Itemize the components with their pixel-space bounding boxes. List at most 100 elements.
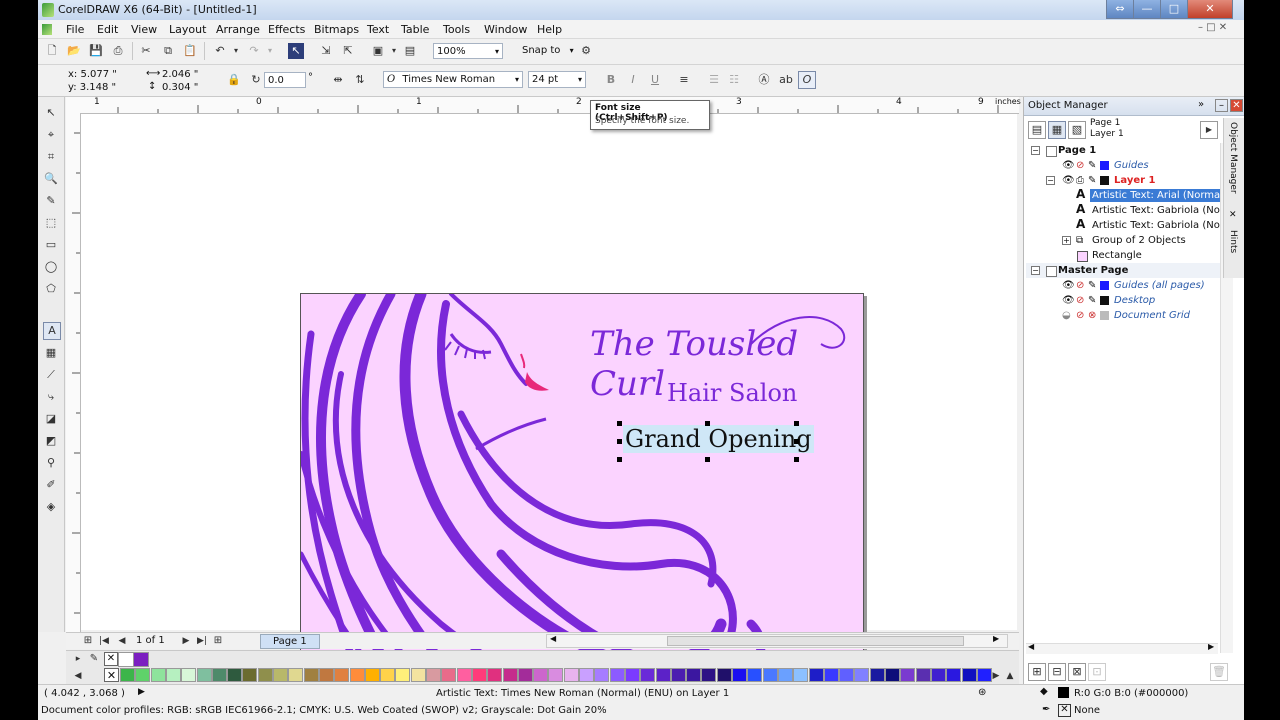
palette-swatch[interactable] (364, 668, 380, 682)
text-properties-icon[interactable]: Ⓐ (756, 72, 772, 88)
tree-row-artistic-text-gabriola[interactable]: A Artistic Text: Gabriola (Norm (1026, 217, 1234, 233)
edit-pencil-icon[interactable]: ✎ (1088, 293, 1096, 308)
rectangle-tool-icon[interactable]: ▭ (43, 237, 59, 253)
welcome-screen-icon[interactable]: ▤ (402, 43, 418, 59)
layer-color-swatch[interactable] (1100, 296, 1109, 305)
palette-swatch[interactable] (242, 668, 258, 682)
palette-swatch[interactable] (318, 668, 334, 682)
zoom-tool-icon[interactable]: 🔍 (43, 171, 59, 187)
save-icon[interactable]: 💾 (88, 43, 104, 59)
object-manager-options-icon[interactable]: ▶ (1200, 121, 1218, 139)
palette-swatch[interactable] (961, 668, 977, 682)
outline-none-icon[interactable]: ✕ (1058, 704, 1071, 717)
expand-palette-icon[interactable]: ▲ (1002, 668, 1018, 684)
palette-swatch[interactable] (487, 668, 503, 682)
palette-swatch[interactable] (548, 668, 564, 682)
palette-swatch[interactable] (517, 668, 533, 682)
print-disabled-icon[interactable]: ⊘ (1076, 278, 1084, 293)
layer-manager-view-icon[interactable]: ▧ (1068, 121, 1086, 139)
palette-swatch[interactable] (915, 668, 931, 682)
menu-bitmaps[interactable]: Bitmaps (314, 23, 359, 36)
selection-handle[interactable] (617, 421, 622, 426)
edit-text-icon[interactable]: ab (778, 72, 794, 88)
print-icon[interactable]: ⎙ (1076, 173, 1084, 188)
next-page-icon[interactable]: ▶ (178, 633, 194, 649)
y-position-field[interactable]: y: 3.148 " (68, 82, 116, 93)
scroll-palette-left-icon[interactable]: ◀ (70, 668, 86, 684)
add-page-after-icon[interactable]: ⊞ (210, 633, 226, 649)
tab-page-1[interactable]: Page 1 (260, 634, 320, 649)
eyedropper-tool-icon[interactable]: ⚲ (43, 455, 59, 471)
selection-handle[interactable] (794, 457, 799, 462)
palette-swatch[interactable] (732, 668, 747, 682)
visibility-eye-icon[interactable]: 👁 (1062, 158, 1075, 173)
text-tool-icon[interactable]: A (43, 322, 61, 340)
scroll-thumb[interactable] (667, 636, 964, 646)
object-tree-hscroll[interactable]: ◀ ▶ (1026, 642, 1218, 654)
palette-swatch[interactable] (257, 668, 273, 682)
palette-swatch[interactable] (441, 668, 457, 682)
options-icon[interactable]: ⚙ (578, 43, 594, 59)
maximize-button[interactable]: □ (1160, 0, 1188, 19)
connector-tool-icon[interactable]: ⤷ (43, 389, 59, 405)
layer-color-swatch[interactable] (1100, 281, 1109, 290)
print-icon[interactable]: ⎙ (110, 43, 126, 59)
visibility-eye-icon[interactable]: 👁 (1062, 293, 1075, 308)
horizontal-ruler[interactable]: 1 0 1 2 3 4 9 inches (66, 97, 1021, 114)
new-layer-icon[interactable]: ⊞ (1028, 663, 1046, 681)
status-arrow-icon[interactable]: ▶ (138, 687, 145, 697)
lock-ratio-icon[interactable]: 🔒 (226, 72, 242, 88)
print-disabled-icon[interactable]: ⊘ (1076, 158, 1084, 173)
tab-object-manager[interactable]: Object Manager (1228, 122, 1238, 194)
menu-table[interactable]: Table (401, 23, 429, 36)
salon-subtitle-text[interactable]: Hair Salon (667, 379, 797, 407)
palette-swatch[interactable] (502, 668, 518, 682)
collapse-icon[interactable]: − (1031, 146, 1040, 155)
palette-swatch[interactable] (273, 668, 288, 682)
zoom-level-select[interactable]: 100% ▾ (433, 43, 503, 59)
palette-swatch[interactable] (670, 668, 686, 682)
palette-swatch[interactable] (165, 668, 181, 682)
palette-swatch[interactable] (762, 668, 778, 682)
bullets-icon[interactable]: ☰ (706, 72, 722, 88)
hidden-eye-icon[interactable]: ◒ (1062, 308, 1071, 323)
restore-icon[interactable]: ⇔ (1106, 0, 1134, 19)
palette-swatch[interactable] (747, 668, 763, 682)
edit-disabled-icon[interactable]: ⊗ (1088, 308, 1096, 323)
palette-swatch[interactable] (395, 668, 411, 682)
new-master-layer-icon[interactable]: ⊟ (1048, 663, 1066, 681)
undo-icon[interactable]: ↶ (212, 43, 228, 59)
close-docker-icon[interactable]: ✕ (1230, 99, 1243, 112)
palette-swatch[interactable] (777, 668, 793, 682)
text-align-icon[interactable]: ≡ (676, 72, 692, 88)
palette-swatch[interactable] (869, 668, 885, 682)
tree-row-artistic-text-arial[interactable]: A Artistic Text: Arial (Normal) ( (1026, 187, 1236, 203)
drop-cap-icon[interactable]: ☷ (726, 72, 742, 88)
application-launcher-icon[interactable]: ▣ (370, 43, 386, 59)
document-color-profiles[interactable]: Document color profiles: RGB: sRGB IEC61… (41, 705, 607, 716)
menu-effects[interactable]: Effects (268, 23, 305, 36)
font-size-select[interactable]: 24 pt ▾ (528, 71, 586, 88)
palette-swatch[interactable] (823, 668, 839, 682)
underline-button[interactable]: U (647, 72, 663, 88)
menu-arrange[interactable]: Arrange (216, 23, 260, 36)
delete-icon[interactable]: 🗑 (1210, 663, 1228, 681)
new-master-layer-all-icon[interactable]: ⊠ (1068, 663, 1086, 681)
palette-swatch[interactable] (303, 668, 319, 682)
visibility-eye-icon[interactable]: 👁 (1062, 173, 1075, 188)
expand-docker-icon[interactable]: » (1198, 99, 1204, 110)
minimize-button[interactable]: — (1133, 0, 1161, 19)
blend-tool-icon[interactable]: ◪ (43, 411, 59, 427)
palette-swatch[interactable] (349, 668, 365, 682)
palette-swatch[interactable] (624, 668, 640, 682)
palette-swatch[interactable] (426, 668, 441, 682)
selection-handle[interactable] (705, 457, 710, 462)
smart-fill-tool-icon[interactable]: ⬚ (43, 215, 59, 231)
add-page-icon[interactable]: ⊞ (80, 633, 96, 649)
snap-status-icon[interactable]: ⊛ (978, 687, 986, 698)
palette-swatch[interactable] (334, 668, 350, 682)
no-fill-swatch[interactable]: ✕ (104, 668, 119, 682)
menu-edit[interactable]: Edit (97, 23, 118, 36)
show-properties-icon[interactable]: ▤ (1028, 121, 1046, 139)
chevron-down-icon[interactable]: ▾ (386, 43, 402, 59)
